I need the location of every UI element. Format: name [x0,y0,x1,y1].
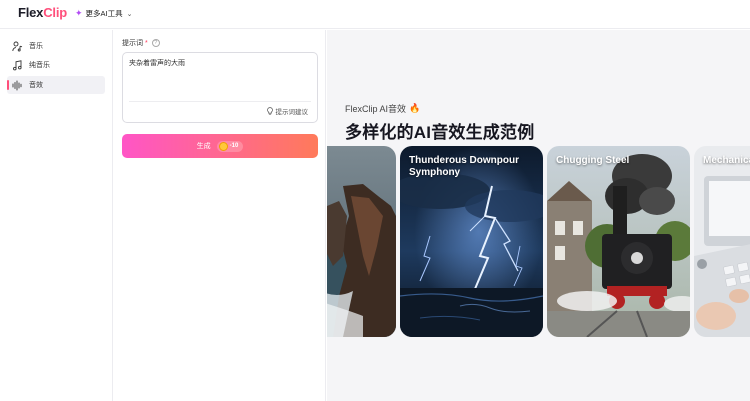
logo-suffix: Clip [43,5,67,20]
example-card-thunder[interactable]: Thunderous Downpour Symphony [400,146,543,337]
chevron-down-icon: ⌄ [126,10,133,18]
prompt-label: 提示词 * ? [122,38,160,48]
person-music-icon [12,41,23,52]
prompt-panel: 提示词 * ? 夹杂着雷声的大雨 提示词建议 生成 -10 [114,30,326,401]
generate-button[interactable]: 生成 -10 [122,134,318,158]
coastal-cliff-image [327,146,396,337]
credit-cost: -10 [229,143,239,149]
sparkle-icon: ✦ [75,8,83,18]
flexclip-logo[interactable]: FlexClip [18,5,67,20]
sidebar-item-label: 音效 [29,82,43,89]
question-icon[interactable]: ? [151,39,160,47]
logo-prefix: Flex [18,5,44,20]
example-card-coast[interactable] [327,146,396,337]
lightbulb-icon [266,107,273,115]
card-title: Chugging Steel [556,155,630,166]
prompt-input-value: 夹杂着雷声的大雨 [129,60,185,67]
sidebar-item-label: 音乐 [29,43,43,50]
sidebar: 音乐 纯音乐 音效 [0,30,113,401]
sidebar-item-sound-effects[interactable]: 音效 [7,76,105,94]
section-subtitle: FlexClip AI音效 🔥 [345,102,420,115]
waveform-icon [12,80,23,91]
top-bar: FlexClip ✦ 更多AI工具 ⌄ [0,0,750,29]
examples-area: FlexClip AI音效 🔥 多样化的AI音效生成范例 Thunderous … [327,30,750,401]
fire-icon: 🔥 [409,103,421,113]
more-ai-tools-label: 更多AI工具 [85,9,123,18]
prompt-tips-link[interactable]: 提示词建议 [266,106,309,116]
card-title: Mechanica [703,155,750,166]
sidebar-item-music[interactable]: 音乐 [7,37,105,55]
credit-badge: -10 [216,140,244,152]
generate-button-label: 生成 [196,143,211,150]
sidebar-item-label: 纯音乐 [29,62,50,69]
prompt-input-divider [129,101,311,102]
example-card-mechanical[interactable]: Mechanica [694,146,750,337]
section-subtitle-text: FlexClip AI音效 [345,104,407,114]
more-ai-tools-menu[interactable]: ✦ 更多AI工具 ⌄ [75,8,133,19]
coin-icon [218,141,228,151]
prompt-input[interactable]: 夹杂着雷声的大雨 提示词建议 [122,52,318,123]
example-card-train[interactable]: Chugging Steel [547,146,690,337]
sidebar-item-pure-music[interactable]: 纯音乐 [7,56,105,74]
card-title: Thunderous Downpour Symphony [409,155,519,178]
section-title: 多样化的AI音效生成范例 [345,123,535,142]
prompt-tips-label: 提示词建议 [275,109,309,116]
prompt-label-text: 提示词 [122,40,143,47]
music-note-icon [12,59,23,71]
steam-train-image [547,146,690,337]
keyboard-typing-image [694,146,750,337]
required-mark: * [145,39,148,47]
